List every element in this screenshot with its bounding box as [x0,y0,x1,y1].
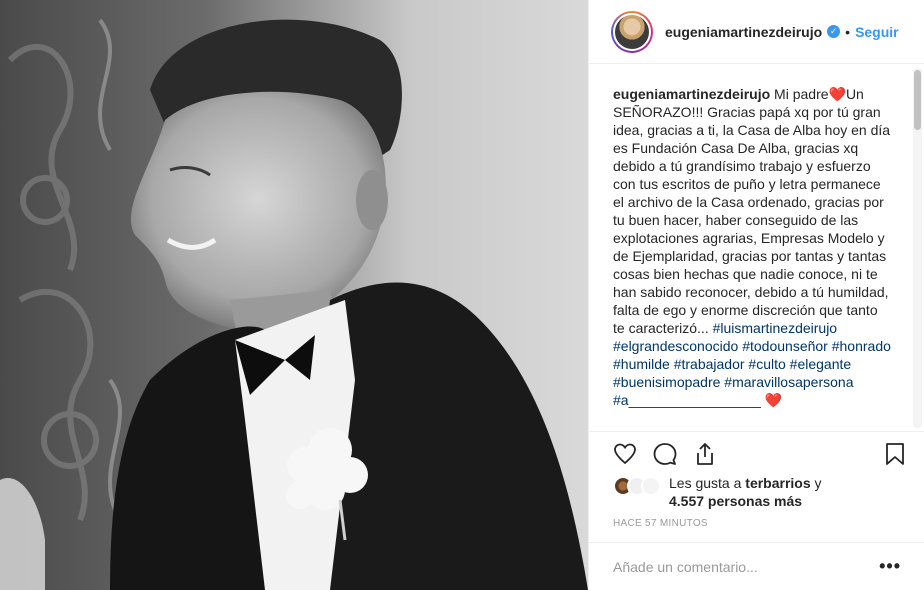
post-caption: eugeniamartinezdeirujo Mi padre❤️Un SEÑO… [613,85,891,409]
follow-button[interactable]: Seguir [855,24,899,40]
likes-count[interactable]: 4.557 personas más [669,493,802,509]
caption-scrollbar[interactable] [913,68,922,428]
post-timestamp[interactable]: HACE 57 MINUTOS [613,518,708,529]
liker-username[interactable]: terbarrios [745,475,810,491]
verified-badge-icon: ✓ [827,25,841,38]
post-side-panel: eugeniamartinezdeirujo ✓ • Seguir eugeni… [588,0,924,590]
separator-dot: • [845,23,851,40]
liker-avatar[interactable] [641,476,661,496]
comment-bar: ••• [589,542,924,590]
action-bar [589,431,924,475]
likes-conjunction: y [810,475,822,491]
caption-username[interactable]: eugeniamartinezdeirujo [613,86,770,102]
heart-icon[interactable] [611,440,639,468]
liker-avatars[interactable] [613,476,665,498]
caption-text: Mi padre❤️Un SEÑORAZO!!! Gracias papá xq… [613,86,891,336]
caption-container: eugeniamartinezdeirujo Mi padre❤️Un SEÑO… [589,65,924,431]
bookmark-icon[interactable] [881,440,909,468]
post-header: eugeniamartinezdeirujo ✓ • Seguir [589,0,924,64]
photo-illustration [0,0,588,590]
comment-icon[interactable] [651,440,679,468]
author-avatar[interactable] [611,10,653,53]
more-options-icon[interactable]: ••• [879,556,901,577]
author-username[interactable]: eugeniamartinezdeirujo [665,24,822,40]
likes-text: Les gusta a terbarrios y 4.557 personas … [669,474,822,510]
share-icon[interactable] [691,440,719,468]
post-photo[interactable] [0,0,588,590]
likes-prefix: Les gusta a [669,475,746,491]
scrollbar-thumb[interactable] [914,70,921,130]
comment-input[interactable] [613,558,880,575]
likes-summary: Les gusta a terbarrios y 4.557 personas … [613,474,913,514]
